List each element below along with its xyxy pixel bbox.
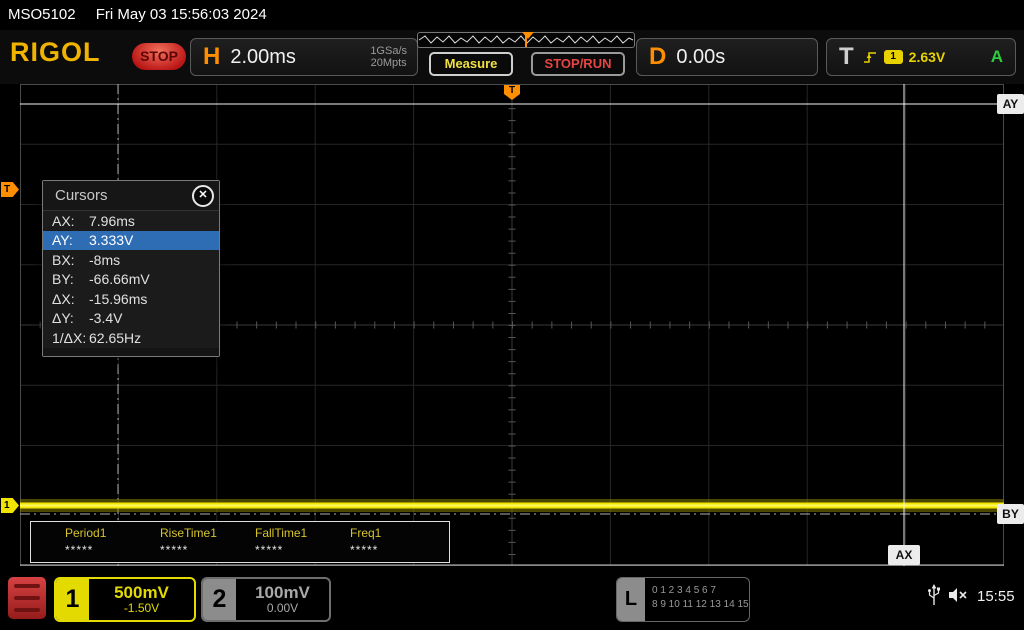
measure-button[interactable]: Measure <box>429 52 513 76</box>
delay-value: 0.00s <box>676 45 726 68</box>
channel1-scale: 500mV <box>114 582 169 602</box>
top-status-bar: MSO5102 Fri May 03 15:56:03 2024 <box>0 0 1024 30</box>
datetime: Fri May 03 15:56:03 2024 <box>95 6 267 23</box>
channel1-ground-marker[interactable]: 1 <box>1 498 19 513</box>
waveform-preview[interactable] <box>417 32 635 48</box>
ch1-trace-core <box>20 504 1004 507</box>
channel2-number: 2 <box>203 579 236 620</box>
channel2-offset: 0.00V <box>266 601 299 616</box>
run-state-badge: STOP <box>132 43 186 70</box>
clock: 15:55 <box>977 588 1015 605</box>
channel2-scale: 100mV <box>255 582 310 602</box>
cursor-readout-by[interactable]: BY: -66.66mV <box>43 269 219 289</box>
bottom-status-bar: 1 500mV -1.50V 2 100mV 0.00V L 0 1 2 3 4… <box>0 567 1024 630</box>
header-toolbar: RIGOL STOP H 2.00ms 1GSa/s 20Mpts Measur… <box>0 30 1024 84</box>
oscilloscope-screen: MSO5102 Fri May 03 15:56:03 2024 RIGOL S… <box>0 0 1024 630</box>
trigger-mode: A <box>990 47 1003 66</box>
measurement-falltime1[interactable]: FallTime1 ***** <box>255 522 350 562</box>
preview-trigger-marker-icon[interactable] <box>522 32 534 39</box>
sample-rate: 1GSa/s <box>370 45 407 57</box>
model-name: MSO5102 <box>8 6 76 23</box>
trigger-label: T <box>839 43 854 70</box>
cursor-readout-dx[interactable]: ΔX: -15.96ms <box>43 289 219 309</box>
channel1-offset: -1.50V <box>123 601 160 616</box>
channel1-badge[interactable]: 1 500mV -1.50V <box>54 577 196 622</box>
cursors-panel: Cursors ✕ AX: 7.96ms AY: 3.333V BX: -8ms… <box>42 180 220 357</box>
mute-speaker-icon[interactable] <box>948 587 968 603</box>
trigger-source-badge: 1 <box>883 50 903 64</box>
cursor-readout-ax[interactable]: AX: 7.96ms <box>43 211 219 231</box>
horizontal-label: H <box>203 43 221 70</box>
logic-label: L <box>617 578 645 621</box>
measurement-risetime1[interactable]: RiseTime1 ***** <box>160 522 255 562</box>
channel2-badge[interactable]: 2 100mV 0.00V <box>201 577 331 622</box>
cursors-panel-footer <box>43 347 219 356</box>
measurement-strip[interactable]: Period1 ***** RiseTime1 ***** FallTime1 … <box>30 521 450 563</box>
memory-depth: 20Mpts <box>370 57 407 69</box>
measurement-freq1[interactable]: Freq1 ***** <box>350 522 445 562</box>
trigger-level-marker[interactable]: T <box>1 182 19 197</box>
logic-analyzer-badge[interactable]: L 0 1 2 3 4 5 6 7 8 9 10 11 12 13 14 15 <box>616 577 750 622</box>
trigger-level-value: 2.63V <box>908 49 946 65</box>
channel1-number: 1 <box>56 579 89 620</box>
cursor-readout-ay[interactable]: AY: 3.333V <box>43 230 219 250</box>
horizontal-settings-block[interactable]: H 2.00ms 1GSa/s 20Mpts <box>190 38 418 76</box>
logic-channel-list: 0 1 2 3 4 5 6 7 8 9 10 11 12 13 14 15 <box>652 585 749 610</box>
trigger-slope-icon <box>863 52 876 63</box>
delay-label: D <box>649 43 667 70</box>
trigger-settings-block[interactable]: T 1 2.63V A <box>826 38 1016 76</box>
acquisition-info: 1GSa/s 20Mpts <box>370 45 407 69</box>
cursor-readout-inv-dx[interactable]: 1/ΔX: 62.65Hz <box>43 328 219 348</box>
cursor-ax-tag[interactable]: AX <box>888 545 920 565</box>
cursor-by-tag[interactable]: BY <box>997 504 1024 524</box>
cursor-readout-dy[interactable]: ΔY: -3.4V <box>43 308 219 328</box>
measurement-period1[interactable]: Period1 ***** <box>65 522 160 562</box>
close-icon[interactable]: ✕ <box>192 185 214 207</box>
stop-run-button[interactable]: STOP/RUN <box>531 52 625 76</box>
usb-icon <box>928 584 940 605</box>
cursor-readout-bx[interactable]: BX: -8ms <box>43 250 219 270</box>
timebase-value: 2.00ms <box>230 45 296 68</box>
cursor-ay-tag[interactable]: AY <box>997 94 1024 114</box>
rigol-logo: RIGOL <box>10 37 101 67</box>
menu-icon[interactable] <box>8 577 46 619</box>
delay-settings-block[interactable]: D 0.00s <box>636 38 818 76</box>
